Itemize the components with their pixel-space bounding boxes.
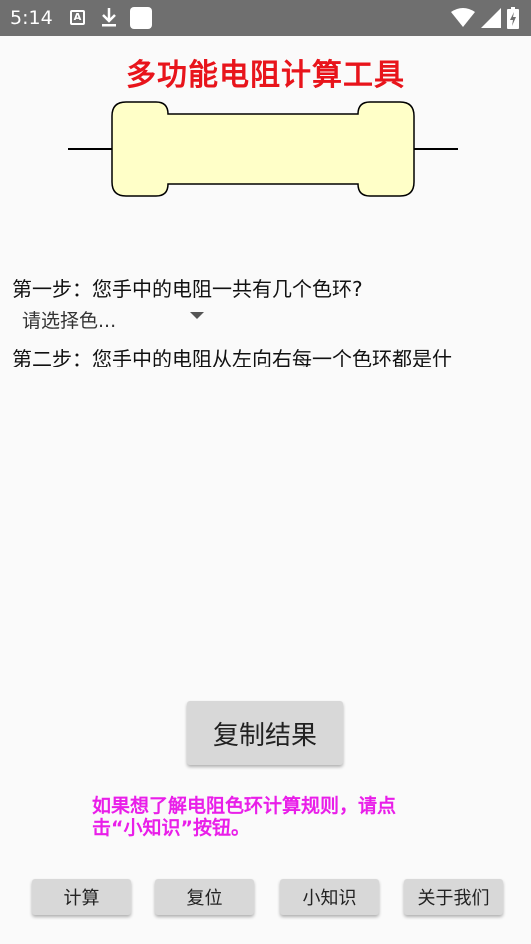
spinner-value: 请选择色... <box>22 310 117 332</box>
hint-text: 如果想了解电阻色环计算规则，请点击“小知识”按钮。 <box>92 795 397 839</box>
a-notification-icon: A <box>70 10 85 25</box>
dropdown-arrow-icon <box>190 312 204 319</box>
signal-icon <box>481 8 501 28</box>
wifi-icon <box>451 8 475 27</box>
app-title: 多功能电阻计算工具 <box>126 58 405 93</box>
calculate-button[interactable]: 计算 <box>32 879 131 915</box>
tips-button[interactable]: 小知识 <box>280 879 379 915</box>
step1-question: 第一步：您手中的电阻一共有几个色环? <box>12 277 363 301</box>
step2-question: 第二步：您手中的电阻从左向右每一个色环都是什 <box>12 347 452 367</box>
resistor-illustration <box>68 101 458 197</box>
reset-button[interactable]: 复位 <box>155 879 254 915</box>
band-count-spinner[interactable]: 请选择色... <box>12 304 212 332</box>
status-time: 5:14 <box>10 7 53 29</box>
copy-result-button[interactable]: 复制结果 <box>187 701 343 765</box>
status-bar: 5:14 A <box>0 0 531 36</box>
download-icon <box>102 8 116 27</box>
battery-icon <box>507 7 519 29</box>
app-square-icon <box>130 7 152 29</box>
about-button[interactable]: 关于我们 <box>404 879 503 915</box>
